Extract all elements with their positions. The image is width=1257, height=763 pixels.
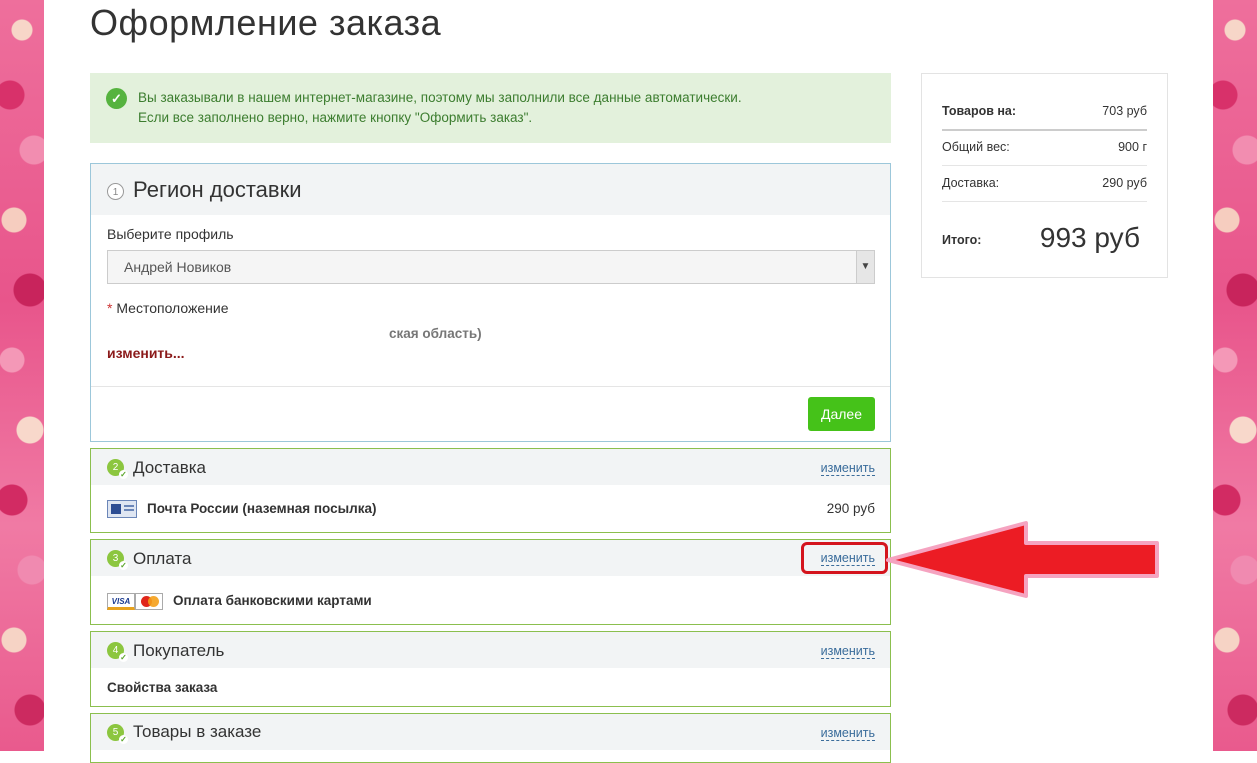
highlight-box xyxy=(801,542,888,574)
check-circle-icon: ✓ xyxy=(106,88,127,109)
divider xyxy=(91,386,890,387)
step-number: 5 xyxy=(107,724,128,744)
region-title: Регион доставки xyxy=(133,177,302,202)
step-number: 3 xyxy=(107,550,128,570)
profile-label: Выберите профиль xyxy=(107,226,234,242)
items-title: Товары в заказе xyxy=(133,722,262,741)
summary-goods-row: Товаров на: 703 руб xyxy=(942,104,1147,118)
items-panel: 5 Товары в заказе изменить xyxy=(90,713,891,763)
chevron-down-icon[interactable]: ▼ xyxy=(856,251,874,283)
location-label: * Местоположение xyxy=(107,300,229,316)
delivery-method: Почта России (наземная посылка) xyxy=(147,501,377,516)
summary-shipping-row: Доставка: 290 руб xyxy=(942,176,1147,190)
page-title: Оформление заказа xyxy=(90,2,442,43)
summary-total-label: Итого: xyxy=(942,233,982,247)
alert-line-1: Вы заказывали в нашем интернет-магазине,… xyxy=(138,90,742,105)
payment-title: Оплата xyxy=(133,549,192,568)
divider xyxy=(942,165,1147,166)
order-properties-label: Свойства заказа xyxy=(107,680,218,695)
summary-goods-label: Товаров на: xyxy=(942,104,1017,118)
items-panel-header: 5 Товары в заказе изменить xyxy=(91,714,890,750)
summary-weight-value: 900 г xyxy=(1118,140,1147,154)
buyer-edit-link[interactable]: изменить xyxy=(820,644,875,659)
divider xyxy=(942,129,1147,131)
payment-method: Оплата банковскими картами xyxy=(173,593,372,608)
summary-weight-label: Общий вес: xyxy=(942,140,1010,154)
location-label-text: Местоположение xyxy=(116,300,229,316)
divider xyxy=(942,201,1147,202)
delivery-panel: 2 Доставка изменить Почта России (наземн… xyxy=(90,448,891,533)
order-summary: Товаров на: 703 руб Общий вес: 900 г Дос… xyxy=(921,73,1168,278)
location-value: ская область) xyxy=(389,326,482,341)
step-number: 4 xyxy=(107,642,128,662)
red-arrow-annotation xyxy=(886,521,1159,598)
profile-select-value: Андрей Новиков xyxy=(124,259,232,275)
change-location-link[interactable]: изменить... xyxy=(107,345,185,361)
autofill-alert: ✓ Вы заказывали в нашем интернет-магазин… xyxy=(90,73,891,143)
delivery-price: 290 руб xyxy=(826,501,875,516)
region-panel: 1 Регион доставки Выберите профиль Андре… xyxy=(90,163,891,442)
step-number: 1 xyxy=(107,183,124,200)
delivery-edit-link[interactable]: изменить xyxy=(820,461,875,476)
profile-select[interactable]: Андрей Новиков ▼ xyxy=(107,250,875,284)
payment-panel: 3 Оплата изменить VISA Оплата банковским… xyxy=(90,539,891,625)
summary-goods-value: 703 руб xyxy=(1102,104,1147,118)
summary-shipping-value: 290 руб xyxy=(1102,176,1147,190)
payment-panel-header: 3 Оплата изменить xyxy=(91,540,890,576)
decorative-rose-border-left xyxy=(0,0,44,751)
visa-icon: VISA xyxy=(107,593,135,610)
buyer-panel: 4 Покупатель изменить Свойства заказа xyxy=(90,631,891,707)
region-panel-header: 1 Регион доставки xyxy=(91,164,890,215)
delivery-panel-header: 2 Доставка изменить xyxy=(91,449,890,485)
alert-line-2: Если все заполнено верно, нажмите кнопку… xyxy=(138,110,533,125)
russian-post-icon xyxy=(107,500,137,518)
next-button[interactable]: Далее xyxy=(808,397,875,431)
summary-shipping-label: Доставка: xyxy=(942,176,1000,190)
buyer-title: Покупатель xyxy=(133,641,225,660)
summary-weight-row: Общий вес: 900 г xyxy=(942,140,1147,154)
required-mark: * xyxy=(107,300,113,316)
step-number: 2 xyxy=(107,459,128,479)
decorative-rose-border-right xyxy=(1213,0,1257,751)
items-edit-link[interactable]: изменить xyxy=(820,726,875,741)
buyer-panel-header: 4 Покупатель изменить xyxy=(91,632,890,668)
mastercard-icon xyxy=(135,593,163,610)
summary-total-value: 993 руб xyxy=(1039,222,1140,253)
delivery-title: Доставка xyxy=(133,458,207,477)
